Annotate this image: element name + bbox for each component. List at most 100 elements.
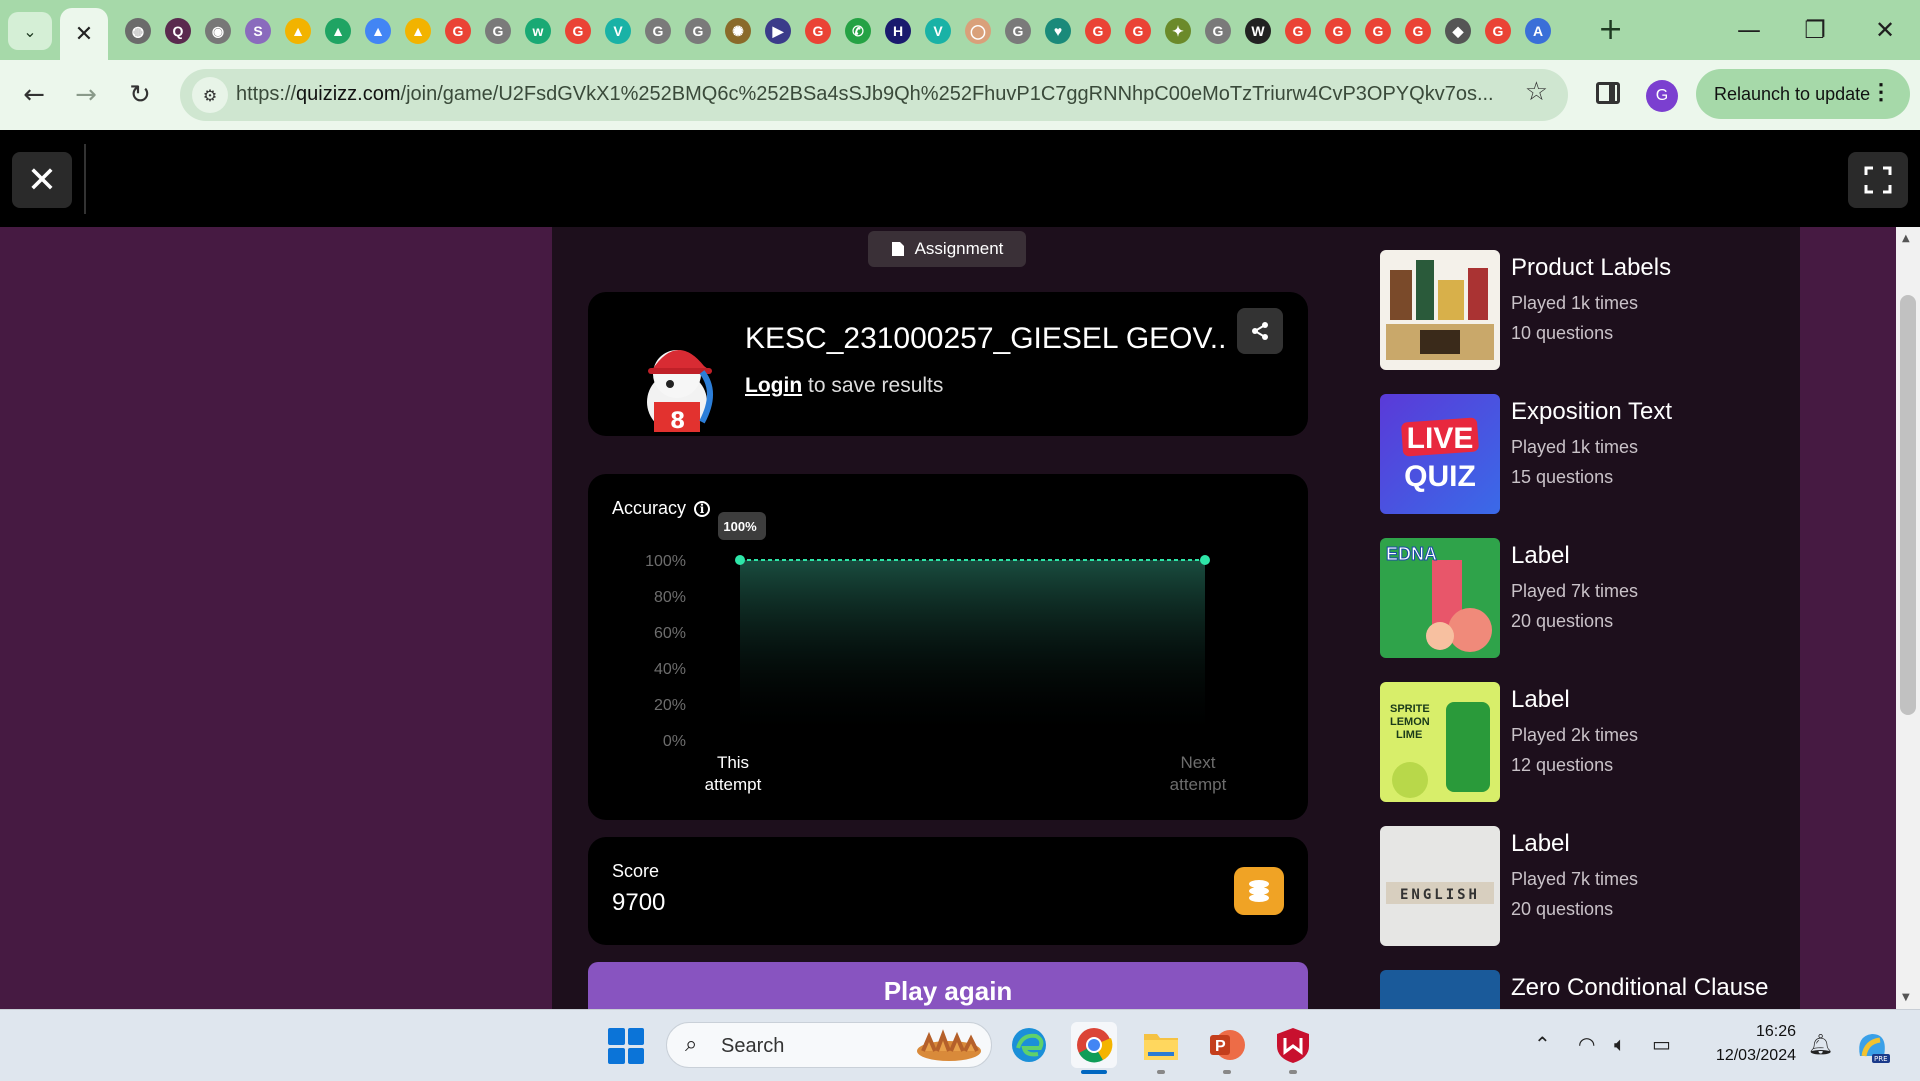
sprite-label-thumb[interactable]: SPRITE LEMON LIME (1380, 682, 1500, 802)
side-panel-icon[interactable] (1596, 82, 1620, 104)
google-icon[interactable]: G (485, 18, 511, 44)
heart-icon[interactable]: ♥ (1045, 18, 1071, 44)
profile-avatar[interactable]: G (1646, 80, 1678, 112)
taskbar-search[interactable]: ⌕ Search (666, 1022, 992, 1068)
egg-icon[interactable]: ◯ (965, 18, 991, 44)
play-again-button[interactable]: Play again (588, 962, 1308, 1009)
recommendation-title[interactable]: Label (1511, 542, 1570, 570)
recommendation-item[interactable]: Product Labels Played 1k times 10 question… (1380, 250, 1800, 394)
google-icon[interactable]: G (1365, 18, 1391, 44)
start-button[interactable] (608, 1028, 644, 1064)
google-icon[interactable]: G (685, 18, 711, 44)
address-bar[interactable]: ⚙ https://quizizz.com/join/game/U2FsdGVk… (180, 69, 1568, 121)
taskbar-chrome[interactable] (1071, 1022, 1117, 1074)
tab-search-button[interactable]: ⌄ (8, 12, 52, 50)
google-icon[interactable]: G (1125, 18, 1151, 44)
new-tab-button[interactable]: + (1598, 12, 1623, 47)
page-scrollbar[interactable]: ▲ ▼ (1896, 227, 1920, 1009)
relaunch-button[interactable]: Relaunch to update ⋮ (1696, 69, 1910, 119)
recommendation-title[interactable]: Label (1511, 686, 1570, 714)
recommendation-title[interactable]: Label (1511, 830, 1570, 858)
chrome-icon[interactable]: ◉ (205, 18, 231, 44)
google-icon[interactable]: G (1005, 18, 1031, 44)
system-clock[interactable]: 16:26 12/03/2024 (1700, 1020, 1796, 1068)
recommendation-item[interactable]: ENGLISH Label Played 7k times 20 questions (1380, 826, 1800, 970)
recommendation-title[interactable]: Product Labels (1511, 254, 1671, 282)
v-icon[interactable]: V (605, 18, 631, 44)
restore-button[interactable]: ❐ (1790, 10, 1840, 50)
google-icon[interactable]: G (445, 18, 471, 44)
window-close-button[interactable]: ✕ (1860, 10, 1910, 50)
reload-button[interactable]: ↻ (118, 73, 162, 117)
share-button[interactable] (1237, 308, 1283, 354)
globe-icon[interactable]: ◍ (125, 18, 151, 44)
taskbar-file-explorer[interactable] (1138, 1022, 1184, 1074)
google-icon[interactable]: G (645, 18, 671, 44)
v-icon[interactable]: V (925, 18, 951, 44)
drive-icon[interactable]: ▲ (405, 18, 431, 44)
recommendation-item[interactable]: SPRITE LEMON LIME Label Played 2k times 12 qu… (1380, 682, 1800, 826)
english-tiles-thumb[interactable]: ENGLISH (1380, 826, 1500, 946)
google-icon[interactable]: G (1485, 18, 1511, 44)
site-info-icon[interactable]: ⚙ (192, 77, 228, 113)
taskbar-mcafee[interactable] (1270, 1022, 1316, 1074)
zero-conditional-thumb[interactable] (1380, 970, 1500, 1009)
taskbar-powerpoint[interactable]: P (1204, 1022, 1250, 1074)
windows-taskbar: ⌕ Search P ⌃ ◠ 🔈︎ ▭ 16:26 12/03/2024 🔔︎ … (0, 1009, 1920, 1081)
back-button[interactable]: ← (12, 73, 56, 117)
scroll-thumb[interactable] (1900, 295, 1916, 715)
forward-button[interactable]: → (64, 73, 108, 117)
minimize-button[interactable]: — (1724, 10, 1774, 50)
drive-icon[interactable]: ▲ (325, 18, 351, 44)
close-quiz-button[interactable]: ✕ (12, 152, 72, 208)
x-tick-label: This (717, 753, 749, 772)
more-vert-icon: ⋮ (1870, 79, 1892, 104)
google-icon[interactable]: G (1205, 18, 1231, 44)
google-icon[interactable]: G (1325, 18, 1351, 44)
recommendation-item[interactable]: Zero Conditional Clause (1380, 970, 1800, 1009)
scroll-up-icon[interactable]: ▲ (1902, 233, 1910, 244)
live-quiz-thumb[interactable]: LIVE QUIZ (1380, 394, 1500, 514)
drive-icon[interactable]: ▲ (285, 18, 311, 44)
recommendation-item[interactable]: EDNA Label Played 7k times 20 questions (1380, 538, 1800, 682)
graduation-icon[interactable]: ◆ (1445, 18, 1471, 44)
show-hidden-icons-chevron-icon[interactable]: ⌃ (1534, 1032, 1551, 1056)
scroll-down-icon[interactable]: ▼ (1902, 992, 1910, 1003)
taskbar-edge[interactable] (1006, 1022, 1052, 1068)
google-icon[interactable]: G (805, 18, 831, 44)
tw-icon[interactable]: w (525, 18, 551, 44)
seal-icon[interactable]: ✺ (725, 18, 751, 44)
edna-label-thumb[interactable]: EDNA (1380, 538, 1500, 658)
wikipedia-icon[interactable]: W (1245, 18, 1271, 44)
google-icon[interactable]: G (1285, 18, 1311, 44)
compass-icon[interactable]: ✦ (1165, 18, 1191, 44)
phone-icon[interactable]: ✆ (845, 18, 871, 44)
product-labels-thumb[interactable] (1380, 250, 1500, 370)
accuracy-point (735, 555, 745, 565)
recommendation-title[interactable]: Zero Conditional Clause (1511, 974, 1768, 1002)
drive-icon[interactable]: ▲ (365, 18, 391, 44)
q-icon[interactable]: Q (165, 18, 191, 44)
google-icon[interactable]: G (1405, 18, 1431, 44)
notification-bell-icon[interactable]: 🔔︎ (1808, 1032, 1833, 1056)
google-icon[interactable]: G (1085, 18, 1111, 44)
google-icon[interactable]: G (565, 18, 591, 44)
active-tab[interactable]: ✕ (60, 8, 108, 60)
wifi-icon[interactable]: ◠ (1578, 1032, 1595, 1056)
fullscreen-button[interactable] (1848, 152, 1908, 208)
battery-icon[interactable]: ▭ (1652, 1032, 1671, 1056)
coins-button[interactable] (1234, 867, 1284, 915)
arrow-icon[interactable]: ▶ (765, 18, 791, 44)
login-link[interactable]: Login (745, 374, 802, 397)
url-text[interactable]: https://quizizz.com/join/game/U2FsdGVkX1… (236, 83, 1504, 106)
hp-icon[interactable]: H (885, 18, 911, 44)
volume-icon[interactable]: 🔈︎ (1614, 1032, 1626, 1056)
bookmark-star-icon[interactable]: ☆ (1525, 77, 1548, 107)
recommendation-item[interactable]: LIVE QUIZ Exposition Text Played 1k times 15… (1380, 394, 1800, 538)
close-tab-icon[interactable]: ✕ (75, 22, 93, 47)
recommendation-title[interactable]: Exposition Text (1511, 398, 1672, 426)
font-a-icon[interactable]: A (1525, 18, 1551, 44)
copilot-icon[interactable]: PRE (1852, 1026, 1892, 1066)
assignment-chip: Assignment (868, 231, 1026, 267)
stack-icon[interactable]: S (245, 18, 271, 44)
